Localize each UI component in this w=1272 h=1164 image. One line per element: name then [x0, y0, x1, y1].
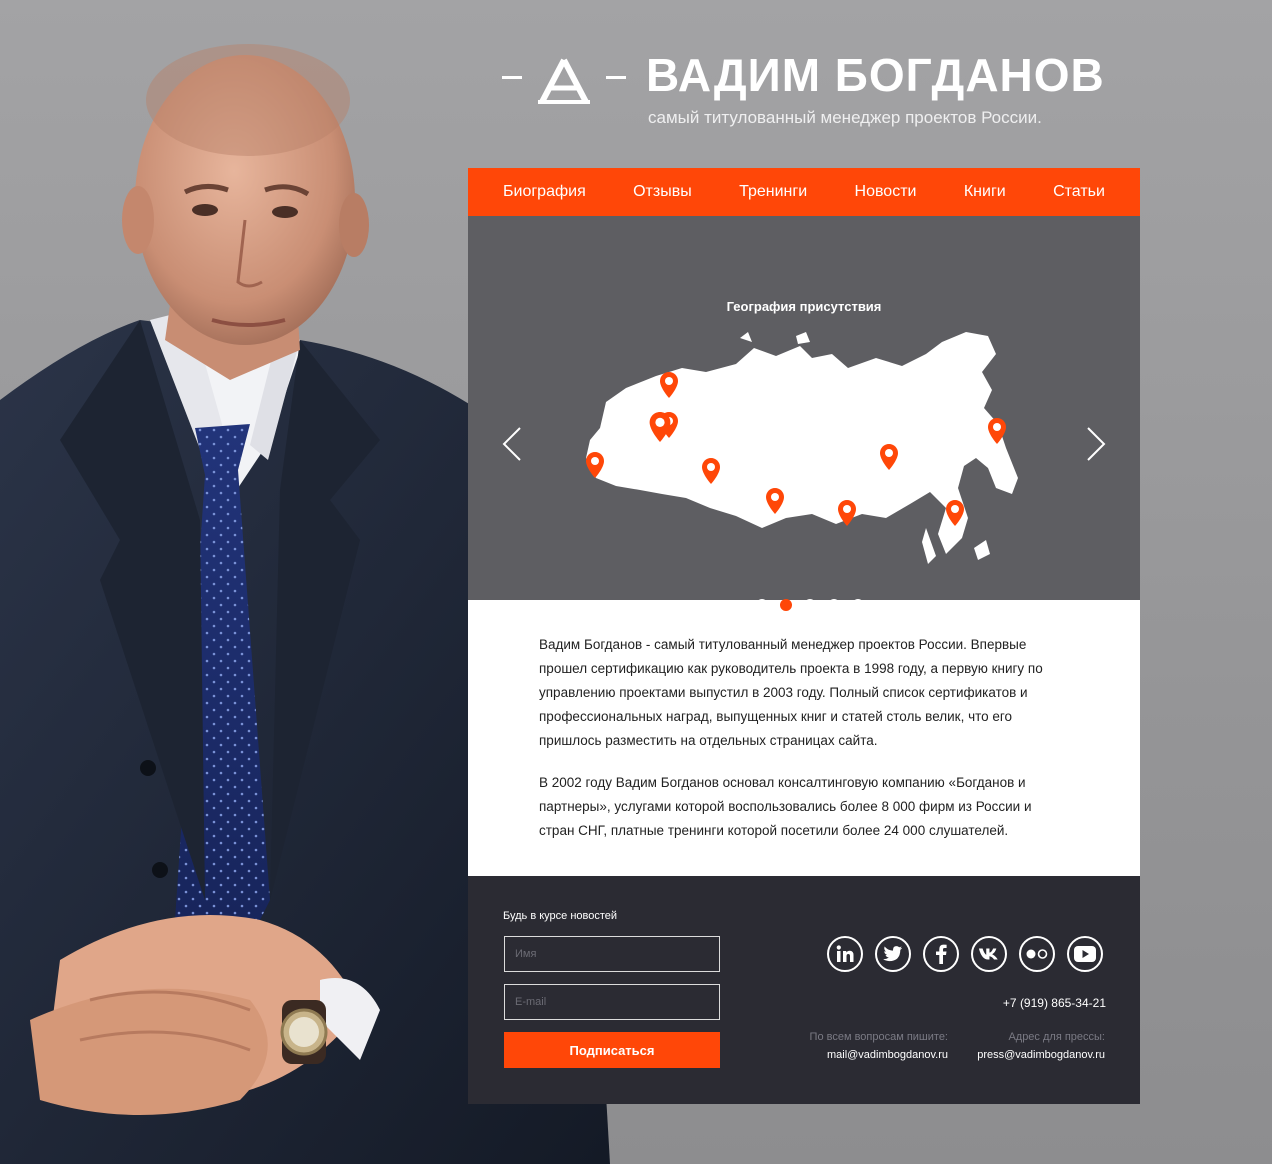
subscribe-button[interactable]: Подписаться	[504, 1032, 720, 1068]
general-contact-label: По всем вопросам пишите:	[809, 1031, 948, 1043]
slider-dot-active[interactable]	[780, 599, 792, 611]
site-title: ВАДИМ БОГДАНОВ	[646, 49, 1105, 101]
chevron-right-icon[interactable]	[1084, 424, 1108, 464]
slider-dot[interactable]	[828, 599, 840, 611]
russia-map	[586, 332, 1018, 564]
nav-item-reviews[interactable]: Отзывы	[633, 183, 692, 201]
about-section: Вадим Богданов - самый титулованный мене…	[468, 600, 1140, 876]
about-paragraph: В 2002 году Вадим Богданов основал конса…	[539, 775, 1032, 838]
map-pin-icon[interactable]	[649, 412, 671, 442]
map-pin-icon[interactable]	[880, 444, 898, 470]
facebook-icon[interactable]	[923, 936, 959, 972]
email-field[interactable]	[504, 984, 720, 1020]
map-pin-icon[interactable]	[660, 372, 678, 398]
slider-dot[interactable]	[756, 599, 768, 611]
map-pin-icon[interactable]	[702, 458, 720, 484]
map-pin-icon[interactable]	[586, 452, 604, 478]
slider-title: География присутствия	[726, 299, 882, 314]
map-pin-icon[interactable]	[838, 500, 856, 526]
slider-dot[interactable]	[852, 599, 864, 611]
logo[interactable]	[502, 58, 626, 104]
nav-item-news[interactable]: Новости	[855, 183, 917, 201]
nav-item-biography[interactable]: Биография	[503, 183, 586, 201]
subscribe-label: Будь в курсе новостей	[503, 910, 618, 922]
map-pin-icon[interactable]	[988, 418, 1006, 444]
nav-item-trainings[interactable]: Тренинги	[739, 183, 807, 201]
site-subtitle: самый титулованный менеджер проектов Рос…	[648, 108, 1042, 127]
name-field[interactable]	[504, 936, 720, 972]
main-card: Биография Отзывы Тренинги Новости Книги …	[468, 168, 1140, 1104]
nav-item-books[interactable]: Книги	[964, 183, 1006, 201]
about-paragraph: Вадим Богданов - самый титулованный мене…	[539, 637, 1043, 748]
slider-dot[interactable]	[804, 599, 816, 611]
map-pin-icon[interactable]	[766, 488, 784, 514]
phone-number: +7 (919) 865-34-21	[1002, 996, 1106, 1010]
footer: Будь в курсе новостей Подписаться +7 (91…	[468, 876, 1140, 1104]
map-pin-icon[interactable]	[946, 500, 964, 526]
general-email-link[interactable]: mail@vadimbogdanov.ru	[827, 1049, 948, 1061]
linkedin-icon[interactable]	[827, 936, 863, 972]
main-nav: Биография Отзывы Тренинги Новости Книги …	[468, 168, 1140, 216]
twitter-icon[interactable]	[875, 936, 911, 972]
youtube-icon[interactable]	[1067, 936, 1103, 972]
nav-item-articles[interactable]: Статьи	[1053, 183, 1105, 201]
press-contact-label: Адрес для прессы:	[1008, 1031, 1105, 1043]
flickr-icon[interactable]	[1019, 936, 1055, 972]
geography-slider: География присутствия	[468, 216, 1140, 611]
vk-icon[interactable]	[971, 936, 1007, 972]
chevron-left-icon[interactable]	[500, 424, 524, 464]
press-email-link[interactable]: press@vadimbogdanov.ru	[977, 1049, 1105, 1061]
